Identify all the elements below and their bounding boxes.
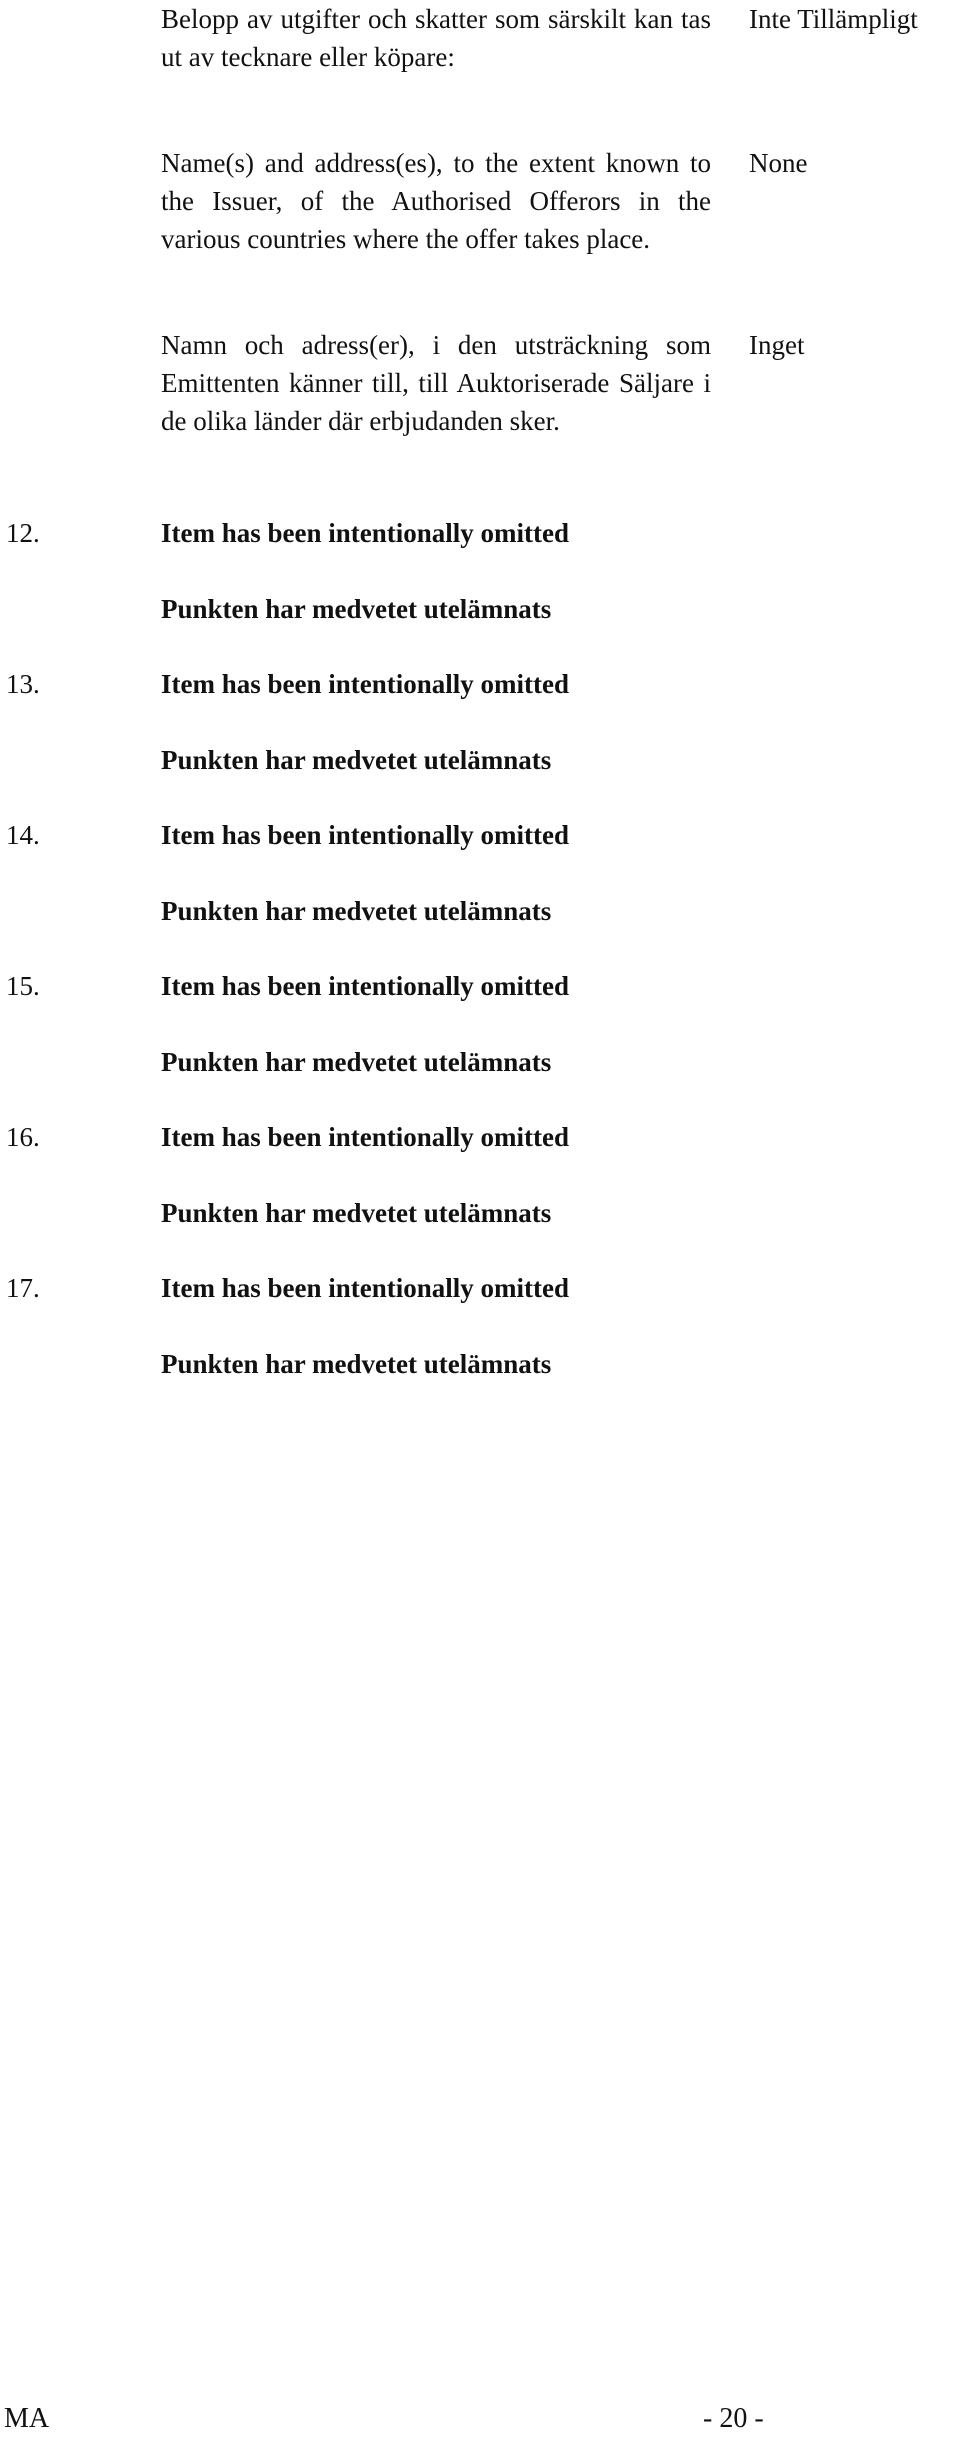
item-title: Item has been intentionally omitted xyxy=(161,518,569,548)
item-title: Item has been intentionally omitted xyxy=(161,1273,569,1303)
item-number: 13. xyxy=(6,669,40,699)
item-title: Item has been intentionally omitted xyxy=(161,1122,569,1152)
item-subtitle: Punkten har medvetet utelämnats xyxy=(161,1198,552,1228)
term-label: Name(s) and address(es), to the extent k… xyxy=(161,148,711,254)
item-title: Item has been intentionally omitted xyxy=(161,820,569,850)
page-number: - 20 - xyxy=(703,2403,764,2434)
item-number: 16. xyxy=(6,1122,40,1152)
term-label: Belopp av utgifter och skatter som särsk… xyxy=(161,4,711,72)
item-number: 12. xyxy=(6,518,40,548)
item-number: 17. xyxy=(6,1273,40,1303)
item-subtitle: Punkten har medvetet utelämnats xyxy=(161,745,552,775)
item-number: 14. xyxy=(6,820,40,850)
footer-doc-code: MA xyxy=(4,2403,50,2434)
item-subtitle: Punkten har medvetet utelämnats xyxy=(161,896,552,926)
item-subtitle: Punkten har medvetet utelämnats xyxy=(161,1047,552,1077)
item-subtitle: Punkten har medvetet utelämnats xyxy=(161,1349,552,1379)
item-subtitle: Punkten har medvetet utelämnats xyxy=(161,594,552,624)
term-value: None xyxy=(749,148,808,178)
item-title: Item has been intentionally omitted xyxy=(161,669,569,699)
term-label: Namn och adress(er), i den utsträckning … xyxy=(161,330,711,436)
term-value: Inte Tillämpligt xyxy=(749,4,918,34)
item-title: Item has been intentionally omitted xyxy=(161,971,569,1001)
term-value: Inget xyxy=(749,330,805,360)
item-number: 15. xyxy=(6,971,40,1001)
